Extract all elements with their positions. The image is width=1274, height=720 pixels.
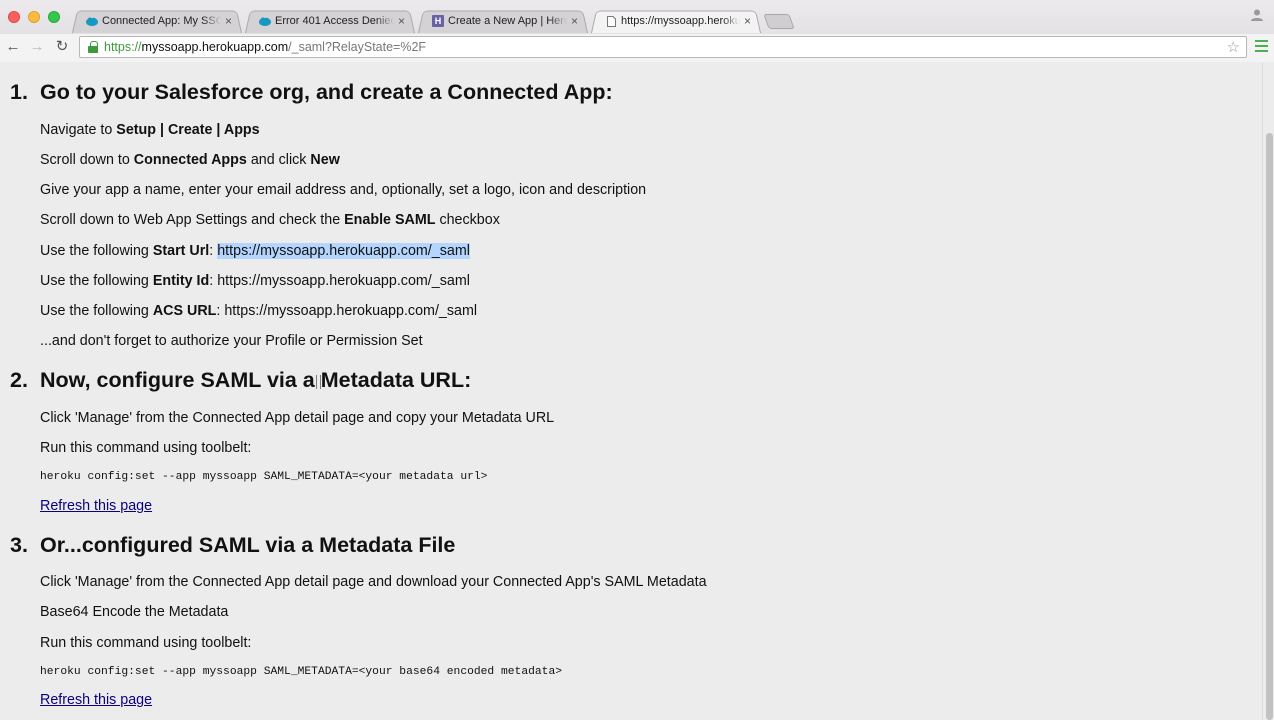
- tab-title: https://myssoapp.herokuapp.com: [621, 15, 740, 27]
- scrollbar-thumb[interactable]: [1266, 133, 1273, 720]
- window-close-button[interactable]: [8, 11, 20, 23]
- url-scheme: https://: [104, 40, 142, 54]
- browser-tab-active[interactable]: https://myssoapp.herokuapp.com ×: [591, 9, 761, 33]
- url-path: /_saml?RelayState=%2F: [288, 40, 427, 54]
- section-heading: 3. Or...configured SAML via a Metadata Fi…: [10, 533, 456, 557]
- tab-close-icon[interactable]: ×: [571, 14, 578, 28]
- step-start-url: Use the following Start Url: https://mys…: [40, 243, 470, 259]
- step-run-command: Run this command using toolbelt:: [40, 635, 252, 651]
- reload-icon[interactable]: ↻: [52, 37, 72, 57]
- section-heading: 2. Now, configure SAML via a Metadata URL…: [10, 368, 472, 392]
- page-icon: [605, 15, 617, 27]
- new-tab-button[interactable]: [763, 14, 795, 29]
- step-navigate: Navigate to Setup | Create | Apps: [40, 122, 260, 138]
- step-authorize: ...and don't forget to authorize your Pr…: [40, 333, 423, 349]
- window-maximize-button[interactable]: [48, 11, 60, 23]
- browser-chrome: Connected App: My SSO App × Error 401 Ac…: [0, 0, 1274, 62]
- step-entity-id: Use the following Entity Id: https://mys…: [40, 273, 470, 289]
- command-snippet: heroku config:set --app myssoapp SAML_ME…: [40, 471, 488, 483]
- address-bar[interactable]: https:// myssoapp.herokuapp.com /_saml?R…: [79, 36, 1247, 58]
- section-heading: 1. Go to your Salesforce org, and create …: [10, 80, 613, 104]
- command-snippet: heroku config:set --app myssoapp SAML_ME…: [40, 666, 563, 678]
- tab-close-icon[interactable]: ×: [744, 14, 751, 28]
- tab-title: Create a New App | Heroku: [448, 15, 567, 27]
- step-scroll-connected-apps: Scroll down to Connected Apps and click …: [40, 152, 340, 168]
- browser-tab[interactable]: Error 401 Access Denied: waiting ×: [245, 9, 415, 33]
- start-url-value[interactable]: https://myssoapp.herokuapp.com/_saml: [217, 243, 470, 259]
- forward-arrow-icon[interactable]: →: [27, 37, 47, 57]
- step-acs-url: Use the following ACS URL: https://mysso…: [40, 303, 478, 319]
- tab-close-icon[interactable]: ×: [225, 14, 232, 28]
- bookmark-star-icon[interactable]: ☆: [1227, 38, 1240, 56]
- step-copy-metadata-url: Click 'Manage' from the Connected App de…: [40, 410, 555, 426]
- window-minimize-button[interactable]: [28, 11, 40, 23]
- salesforce-cloud-icon: [259, 15, 271, 27]
- hamburger-menu-icon[interactable]: [1255, 40, 1268, 52]
- step-download-metadata: Click 'Manage' from the Connected App de…: [40, 574, 707, 590]
- salesforce-cloud-icon: [86, 15, 98, 27]
- tab-title: Connected App: My SSO App: [102, 15, 221, 27]
- vertical-scrollbar[interactable]: [1262, 63, 1274, 720]
- tab-title: Error 401 Access Denied: waiting: [275, 15, 394, 27]
- step-enable-saml: Scroll down to Web App Settings and chec…: [40, 212, 500, 228]
- heroku-icon: H: [432, 15, 444, 27]
- back-arrow-icon[interactable]: ←: [3, 37, 23, 57]
- step-give-name: Give your app a name, enter your email a…: [40, 182, 647, 198]
- refresh-link[interactable]: Refresh this page: [40, 498, 152, 514]
- profile-icon[interactable]: [1250, 8, 1266, 24]
- page-content: 1. Go to your Salesforce org, and create …: [0, 63, 1262, 720]
- browser-toolbar: ← → ↻ https:// myssoapp.herokuapp.com /_…: [0, 34, 1274, 62]
- browser-tab[interactable]: H Create a New App | Heroku ×: [418, 9, 588, 33]
- url-host: myssoapp.herokuapp.com: [141, 40, 289, 54]
- browser-tab[interactable]: Connected App: My SSO App ×: [72, 9, 242, 33]
- refresh-link[interactable]: Refresh this page: [40, 692, 152, 708]
- tab-close-icon[interactable]: ×: [398, 14, 405, 28]
- text-cursor-icon: [316, 375, 321, 389]
- step-base64-encode: Base64 Encode the Metadata: [40, 604, 229, 620]
- lock-icon: [88, 41, 98, 53]
- step-run-command: Run this command using toolbelt:: [40, 440, 252, 456]
